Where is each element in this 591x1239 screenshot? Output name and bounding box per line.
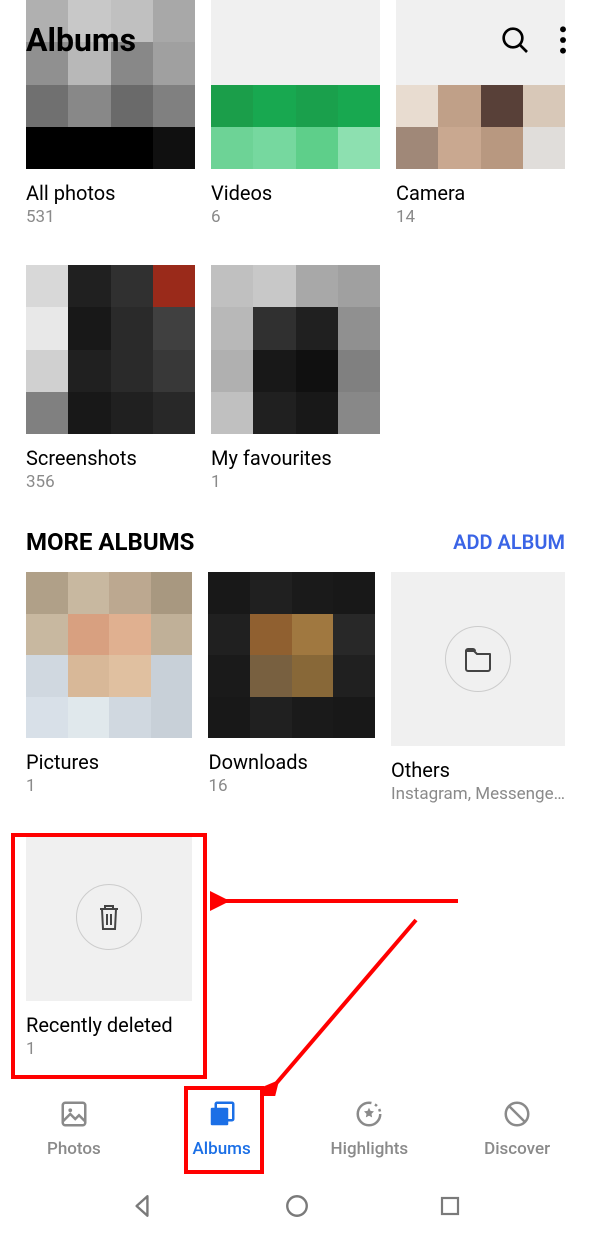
album-count: 1	[26, 776, 192, 796]
nav-label: Discover	[484, 1139, 550, 1159]
album-title: Pictures	[26, 750, 192, 774]
recent-apps-icon[interactable]	[438, 1194, 462, 1218]
nav-photos[interactable]: Photos	[0, 1085, 148, 1173]
album-title: Videos	[211, 181, 380, 205]
back-icon[interactable]	[129, 1193, 155, 1219]
app-header: Albums	[0, 0, 591, 80]
albums-icon	[207, 1099, 237, 1133]
album-count: 1	[211, 472, 380, 492]
more-albums-grid: Pictures 1 Downloads 16	[26, 572, 565, 1059]
album-recently-deleted[interactable]: Recently deleted 1	[26, 834, 192, 1058]
trash-icon	[76, 884, 142, 950]
album-downloads[interactable]: Downloads 16	[208, 572, 374, 804]
album-count: 356	[26, 472, 195, 492]
album-thumb	[211, 265, 380, 434]
home-icon[interactable]	[284, 1193, 310, 1219]
album-others[interactable]: Others Instagram, Messenge…	[391, 572, 565, 804]
more-albums-header: MORE ALBUMS ADD ALBUM	[26, 528, 565, 556]
album-thumb	[26, 265, 195, 434]
album-count: 6	[211, 207, 380, 227]
nav-discover[interactable]: Discover	[443, 1085, 591, 1173]
album-favourites[interactable]: My favourites 1	[211, 265, 380, 492]
album-thumb	[26, 834, 192, 1000]
album-title: Recently deleted	[26, 1013, 192, 1037]
album-thumb	[391, 572, 565, 746]
album-count: 14	[396, 207, 565, 227]
more-albums-title: MORE ALBUMS	[26, 528, 194, 556]
nav-label: Albums	[193, 1139, 251, 1159]
album-title: Camera	[396, 181, 565, 205]
content: All photos 531 Videos 6	[0, 0, 591, 1179]
page-title: Albums	[26, 21, 136, 59]
nav-label: Photos	[47, 1139, 101, 1159]
album-subtitle: Instagram, Messenge…	[391, 784, 565, 804]
system-nav-bar	[0, 1173, 591, 1239]
album-title: All photos	[26, 181, 195, 205]
album-title: Others	[391, 758, 565, 782]
search-icon[interactable]	[499, 24, 531, 56]
nav-label: Highlights	[331, 1139, 409, 1159]
discover-icon	[502, 1099, 532, 1133]
photos-icon	[59, 1099, 89, 1133]
nav-albums[interactable]: Albums	[148, 1085, 296, 1173]
bottom-nav: Photos Albums Highlights Discover	[0, 1085, 591, 1173]
highlights-icon	[354, 1099, 384, 1133]
add-album-button[interactable]: ADD ALBUM	[453, 530, 565, 554]
more-icon[interactable]	[559, 24, 567, 56]
header-actions	[499, 24, 567, 56]
album-count: 1	[26, 1039, 192, 1059]
nav-highlights[interactable]: Highlights	[296, 1085, 444, 1173]
album-title: My favourites	[211, 446, 380, 470]
album-thumb	[26, 572, 192, 738]
album-title: Screenshots	[26, 446, 195, 470]
album-pictures[interactable]: Pictures 1	[26, 572, 192, 804]
album-count: 16	[208, 776, 374, 796]
album-title: Downloads	[208, 750, 374, 774]
album-screenshots[interactable]: Screenshots 356	[26, 265, 195, 492]
album-thumb	[208, 572, 374, 738]
album-count: 531	[26, 207, 195, 227]
folder-icon	[445, 626, 511, 692]
